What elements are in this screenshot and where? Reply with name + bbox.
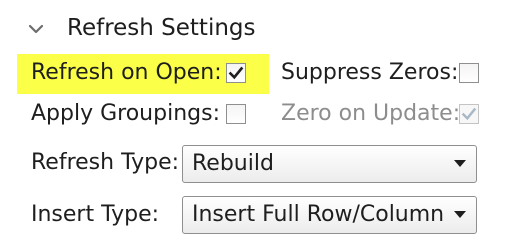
checkmark-icon [228, 66, 244, 80]
refresh-settings-header[interactable]: Refresh Settings [0, 0, 300, 60]
zero-on-update-checkbox [459, 104, 479, 124]
insert-type-value: Insert Full Row/Column [192, 202, 445, 227]
chevron-down-icon[interactable] [27, 20, 45, 38]
refresh-type-label: Refresh Type: [31, 150, 180, 175]
zero-on-update-label: Zero on Update: [281, 101, 461, 126]
refresh-on-open-label: Refresh on Open: [31, 60, 222, 85]
suppress-zeros-checkbox[interactable] [459, 63, 479, 83]
suppress-zeros-label: Suppress Zeros: [281, 60, 459, 85]
section-title: Refresh Settings [67, 15, 256, 41]
apply-groupings-checkbox[interactable] [226, 104, 246, 124]
refresh-on-open-checkbox[interactable] [226, 63, 246, 83]
dropdown-arrow-icon [454, 160, 466, 167]
refresh-settings-panel: Refresh Settings Refresh on Open: Suppre… [0, 0, 514, 250]
refresh-type-dropdown[interactable]: Rebuild [182, 145, 477, 183]
dropdown-arrow-icon [454, 211, 466, 218]
checkmark-icon [461, 107, 477, 121]
insert-type-dropdown[interactable]: Insert Full Row/Column [182, 196, 477, 234]
apply-groupings-label: Apply Groupings: [31, 101, 220, 126]
insert-type-label: Insert Type: [31, 202, 160, 227]
refresh-type-value: Rebuild [192, 151, 274, 176]
